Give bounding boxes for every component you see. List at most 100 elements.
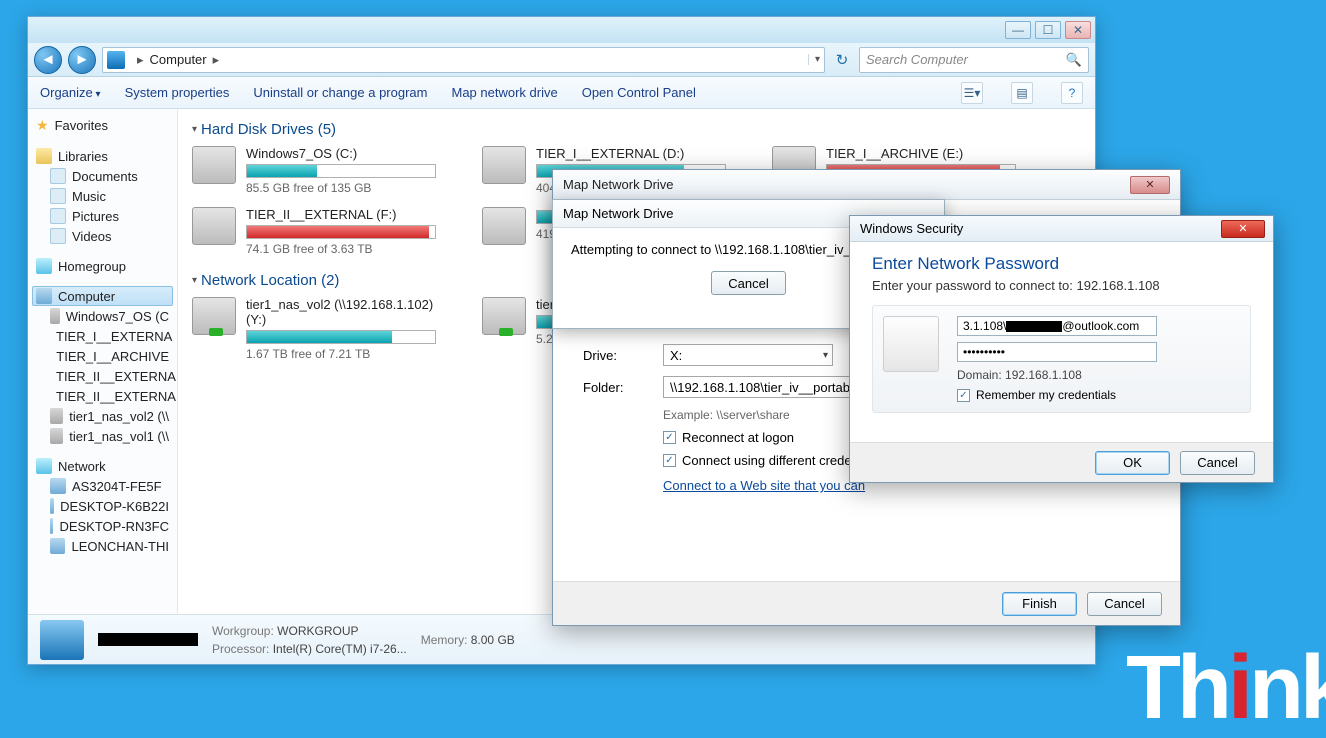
close-button[interactable]: ✕ <box>1221 220 1265 238</box>
dialog-title: Map Network Drive <box>563 177 674 192</box>
network-icon <box>36 458 52 474</box>
dialog-body: Enter Network Password Enter your passwo… <box>850 242 1273 442</box>
tree-drive-d[interactable]: TIER_I__EXTERNA <box>32 326 173 346</box>
ok-button[interactable]: OK <box>1095 451 1170 475</box>
username-redacted <box>1006 321 1062 332</box>
security-subtext: Enter your password to connect to: 192.1… <box>872 278 1251 293</box>
tree-favorites[interactable]: ★Favorites <box>32 115 173 136</box>
checkbox-icon: ✓ <box>663 431 676 444</box>
close-button[interactable]: ✕ <box>1130 176 1170 194</box>
breadcrumb-item[interactable]: Computer <box>150 52 207 67</box>
nav-tree: ★Favorites Libraries Documents Music Pic… <box>28 109 178 614</box>
chevron-right-icon: ▸ <box>131 52 150 68</box>
maximize-button[interactable]: ☐ <box>1035 21 1061 39</box>
drive-c[interactable]: Windows7_OS (C:) 85.5 GB free of 135 GB <box>192 146 452 195</box>
remember-checkbox[interactable]: ✓ Remember my credentials <box>957 388 1157 402</box>
window-titlebar: — ☐ ✕ <box>28 17 1095 43</box>
tree-drive-y[interactable]: tier1_nas_vol2 (\\ <box>32 406 173 426</box>
password-input[interactable]: •••••••••• <box>957 342 1157 362</box>
brand-text: Think <box>1126 643 1326 733</box>
tree-pictures[interactable]: Pictures <box>32 206 173 226</box>
preview-pane-button[interactable]: ▤ <box>1011 82 1033 104</box>
net-drive-icon <box>50 428 63 444</box>
tree-drive-f[interactable]: TIER_II__EXTERNA <box>32 366 173 386</box>
help-button[interactable]: ? <box>1061 82 1083 104</box>
search-input[interactable]: Search Computer 🔍 <box>859 47 1089 73</box>
drive-icon <box>50 308 60 324</box>
tree-drive-c[interactable]: Windows7_OS (C <box>32 306 173 326</box>
toolbar: Organize System properties Uninstall or … <box>28 77 1095 109</box>
computer-icon <box>36 288 52 304</box>
drive-label: Drive: <box>583 348 643 363</box>
tree-libraries[interactable]: Libraries <box>32 146 173 166</box>
tree-videos[interactable]: Videos <box>32 226 173 246</box>
tree-net-1[interactable]: AS3204T-FE5F <box>32 476 173 496</box>
libraries-icon <box>36 148 52 164</box>
forward-button[interactable]: ► <box>68 46 96 74</box>
credential-box: 3.1.108\@outlook.com •••••••••• Domain: … <box>872 305 1251 413</box>
tree-computer[interactable]: Computer <box>32 286 173 306</box>
computer-icon <box>107 51 125 69</box>
pc-icon <box>50 498 54 514</box>
tree-documents[interactable]: Documents <box>32 166 173 186</box>
computer-name-redacted <box>98 633 198 646</box>
cancel-button[interactable]: Cancel <box>1087 592 1162 616</box>
back-button[interactable]: ◄ <box>34 46 62 74</box>
username-input[interactable]: 3.1.108\@outlook.com <box>957 316 1157 336</box>
security-dialog: Windows Security ✕ Enter Network Passwor… <box>849 215 1274 483</box>
usage-bar <box>246 330 436 344</box>
tree-music[interactable]: Music <box>32 186 173 206</box>
usage-bar <box>246 164 436 178</box>
group-hdd[interactable]: Hard Disk Drives (5) <box>192 121 1081 138</box>
system-properties-button[interactable]: System properties <box>125 85 230 100</box>
cancel-button[interactable]: Cancel <box>711 271 786 295</box>
drive-f[interactable]: TIER_II__EXTERNAL (F:) 74.1 GB free of 3… <box>192 207 452 256</box>
drive-icon <box>192 146 236 184</box>
checkbox-icon: ✓ <box>957 389 970 402</box>
dialog-buttons: Finish Cancel <box>553 581 1180 625</box>
map-drive-button[interactable]: Map network drive <box>451 85 557 100</box>
document-icon <box>50 168 66 184</box>
drive-icon <box>192 207 236 245</box>
tree-drive-e[interactable]: TIER_I__ARCHIVE <box>32 346 173 366</box>
close-button[interactable]: ✕ <box>1065 21 1091 39</box>
tree-net-3[interactable]: DESKTOP-RN3FC <box>32 516 173 536</box>
videos-icon <box>50 228 66 244</box>
avatar-icon <box>883 316 939 372</box>
drive-icon <box>482 146 526 184</box>
drive-combo[interactable]: X: <box>663 344 833 366</box>
dialog-title: Windows Security <box>860 221 963 236</box>
music-icon <box>50 188 66 204</box>
finish-button[interactable]: Finish <box>1002 592 1077 616</box>
computer-icon <box>40 620 84 660</box>
drive-y[interactable]: tier1_nas_vol2 (\\192.168.1.102) (Y:) 1.… <box>192 297 452 361</box>
minimize-button[interactable]: — <box>1005 21 1031 39</box>
star-icon: ★ <box>36 117 49 134</box>
chevron-down-icon[interactable]: ▾ <box>808 54 820 65</box>
breadcrumb[interactable]: ▸ Computer ▸ ▾ <box>102 47 825 73</box>
search-placeholder: Search Computer <box>866 52 968 67</box>
search-icon: 🔍 <box>1066 52 1082 68</box>
cancel-button[interactable]: Cancel <box>1180 451 1255 475</box>
drive-icon <box>482 207 526 245</box>
nav-bar: ◄ ► ▸ Computer ▸ ▾ ↻ Search Computer 🔍 <box>28 43 1095 77</box>
net-drive-icon <box>482 297 526 335</box>
folder-label: Folder: <box>583 380 643 395</box>
tree-drive-z[interactable]: tier1_nas_vol1 (\\ <box>32 426 173 446</box>
tree-net-4[interactable]: LEONCHAN-THI <box>32 536 173 556</box>
homegroup-icon <box>36 258 52 274</box>
tree-drive-g[interactable]: TIER_II__EXTERNA <box>32 386 173 406</box>
tree-net-2[interactable]: DESKTOP-K6B22I <box>32 496 173 516</box>
refresh-button[interactable]: ↻ <box>831 51 853 69</box>
uninstall-button[interactable]: Uninstall or change a program <box>253 85 427 100</box>
tree-homegroup[interactable]: Homegroup <box>32 256 173 276</box>
dialog-title: Map Network Drive <box>563 206 674 221</box>
control-panel-button[interactable]: Open Control Panel <box>582 85 696 100</box>
pc-icon <box>50 518 53 534</box>
dialog-titlebar: Windows Security ✕ <box>850 216 1273 242</box>
view-options-button[interactable]: ☰▾ <box>961 82 983 104</box>
pc-icon <box>50 538 65 554</box>
checkbox-icon: ✓ <box>663 454 676 467</box>
organize-button[interactable]: Organize <box>40 85 101 100</box>
tree-network[interactable]: Network <box>32 456 173 476</box>
